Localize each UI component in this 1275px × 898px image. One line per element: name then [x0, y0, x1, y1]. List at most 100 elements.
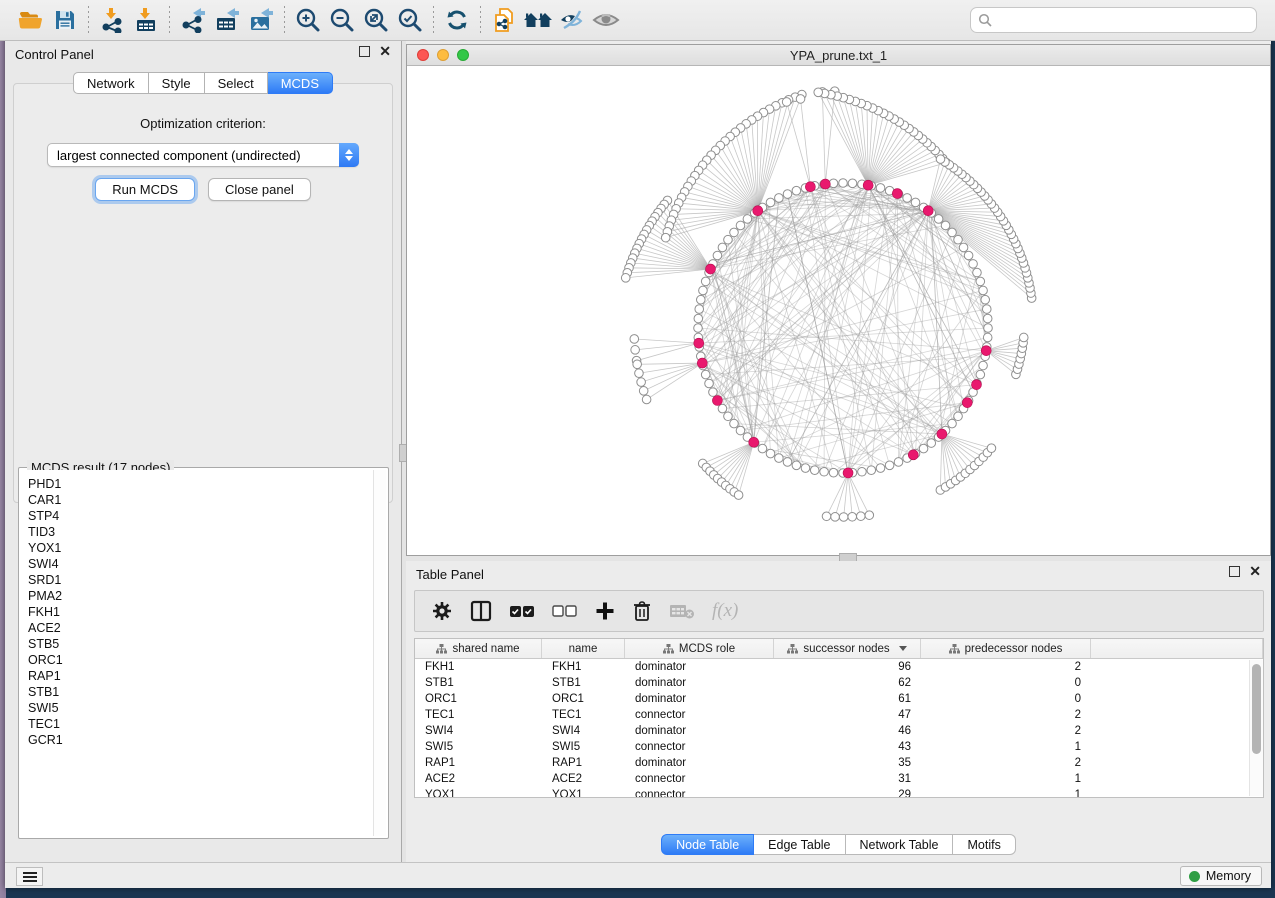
table-row[interactable]: RAP1RAP1dominator352 — [415, 755, 1263, 771]
table-row[interactable]: SWI4SWI4dominator462 — [415, 723, 1263, 739]
table-row[interactable]: STB1STB1dominator620 — [415, 675, 1263, 691]
ring-node[interactable] — [959, 243, 968, 252]
window-minimize-traffic-light[interactable] — [437, 49, 449, 61]
mcds-result-item[interactable]: ACE2 — [28, 620, 373, 636]
ring-node[interactable] — [964, 251, 973, 260]
search-field[interactable] — [970, 7, 1257, 33]
leaf-node[interactable] — [639, 387, 648, 396]
table-scrollbar[interactable] — [1249, 660, 1263, 796]
leaf-node[interactable] — [856, 512, 865, 521]
leaf-node[interactable] — [633, 360, 642, 369]
mcds-result-item[interactable]: TEC1 — [28, 716, 373, 732]
column-header-shared-name[interactable]: shared name — [415, 639, 542, 658]
mcds-hub-node[interactable] — [820, 179, 830, 189]
ring-node[interactable] — [876, 464, 885, 473]
leaf-node[interactable] — [796, 95, 805, 104]
zoom-in-button[interactable] — [291, 4, 325, 36]
ring-node[interactable] — [699, 286, 708, 295]
mcds-result-list[interactable]: PHD1CAR1STP4TID3YOX1SWI4SRD1PMA2FKH1ACE2… — [21, 470, 373, 836]
column-header-MCDS-role[interactable]: MCDS role — [625, 639, 774, 658]
ring-node[interactable] — [839, 179, 848, 188]
ring-node[interactable] — [783, 458, 792, 467]
ring-node[interactable] — [724, 412, 733, 421]
mcds-hub-node[interactable] — [971, 380, 981, 390]
ring-node[interactable] — [701, 370, 710, 379]
table-row[interactable]: FKH1FKH1dominator962 — [415, 659, 1263, 675]
leaf-node[interactable] — [642, 395, 651, 404]
ring-node[interactable] — [911, 198, 920, 207]
window-close-traffic-light[interactable] — [417, 49, 429, 61]
select-all-button[interactable] — [509, 603, 535, 619]
leaf-node[interactable] — [734, 491, 743, 500]
ring-node[interactable] — [724, 235, 733, 244]
ring-node[interactable] — [783, 190, 792, 199]
ring-node[interactable] — [705, 379, 714, 388]
import-network-button[interactable] — [95, 4, 129, 36]
mcds-hub-node[interactable] — [805, 182, 815, 192]
ring-node[interactable] — [876, 184, 885, 193]
mcds-result-item[interactable]: SWI5 — [28, 700, 373, 716]
close-panel-icon[interactable]: ✕ — [379, 46, 391, 57]
tab-edge-table[interactable]: Edge Table — [754, 834, 845, 855]
ring-node[interactable] — [979, 286, 988, 295]
mcds-result-item[interactable]: GCR1 — [28, 732, 373, 748]
save-session-button[interactable] — [48, 4, 82, 36]
ring-node[interactable] — [775, 454, 784, 463]
table-settings-button[interactable] — [431, 600, 453, 622]
table-row[interactable]: YOX1YOX1connector291 — [415, 787, 1263, 798]
ring-node[interactable] — [927, 439, 936, 448]
leaf-node[interactable] — [661, 233, 670, 242]
mcds-result-item[interactable]: STP4 — [28, 508, 373, 524]
tab-network-table[interactable]: Network Table — [846, 834, 954, 855]
ring-node[interactable] — [948, 419, 957, 428]
ring-node[interactable] — [894, 458, 903, 467]
tab-mcds[interactable]: MCDS — [268, 72, 333, 94]
tab-motifs[interactable]: Motifs — [953, 834, 1015, 855]
ring-node[interactable] — [810, 466, 819, 475]
ring-node[interactable] — [694, 324, 703, 333]
ring-node[interactable] — [736, 426, 745, 435]
mcds-hub-node[interactable] — [923, 206, 933, 216]
ring-node[interactable] — [766, 449, 775, 458]
ring-node[interactable] — [743, 215, 752, 224]
ring-node[interactable] — [718, 243, 727, 252]
ring-node[interactable] — [979, 361, 988, 370]
delete-column-button[interactable] — [632, 600, 652, 622]
home-layout-button[interactable] — [521, 4, 555, 36]
mcds-hub-node[interactable] — [908, 450, 918, 460]
tab-node-table[interactable]: Node Table — [661, 834, 754, 855]
mcds-result-item[interactable]: TID3 — [28, 524, 373, 540]
leaf-node[interactable] — [1019, 333, 1028, 342]
mcds-result-item[interactable]: PMA2 — [28, 588, 373, 604]
ring-node[interactable] — [696, 295, 705, 304]
ring-node[interactable] — [801, 464, 810, 473]
ring-node[interactable] — [718, 404, 727, 413]
table-scrollbar-thumb[interactable] — [1252, 664, 1261, 754]
ring-node[interactable] — [766, 198, 775, 207]
mcds-result-item[interactable]: PHD1 — [28, 476, 373, 492]
ring-node[interactable] — [973, 268, 982, 277]
table-row[interactable]: ACE2ACE2connector311 — [415, 771, 1263, 787]
mcds-hub-node[interactable] — [749, 437, 759, 447]
leaf-node[interactable] — [987, 444, 996, 453]
mcds-result-item[interactable]: FKH1 — [28, 604, 373, 620]
float-panel-icon[interactable] — [359, 46, 370, 57]
mcds-hub-node[interactable] — [753, 206, 763, 216]
leaf-node[interactable] — [831, 513, 840, 522]
ring-node[interactable] — [730, 419, 739, 428]
tab-style[interactable]: Style — [149, 72, 205, 94]
leaf-node[interactable] — [814, 88, 823, 97]
mcds-hub-node[interactable] — [863, 180, 873, 190]
close-panel-button[interactable]: Close panel — [208, 178, 311, 201]
network-canvas[interactable] — [407, 66, 1270, 555]
import-table-button[interactable] — [129, 4, 163, 36]
table-row[interactable]: ORC1ORC1dominator610 — [415, 691, 1263, 707]
ring-node[interactable] — [867, 466, 876, 475]
ring-node[interactable] — [713, 251, 722, 260]
network-window-titlebar[interactable]: YPA_prune.txt_1 — [407, 45, 1270, 66]
column-header-name[interactable]: name — [542, 639, 625, 658]
float-panel-icon[interactable] — [1229, 566, 1240, 577]
memory-button[interactable]: Memory — [1180, 866, 1262, 886]
leaf-node[interactable] — [865, 511, 874, 520]
mcds-hub-node[interactable] — [712, 396, 722, 406]
